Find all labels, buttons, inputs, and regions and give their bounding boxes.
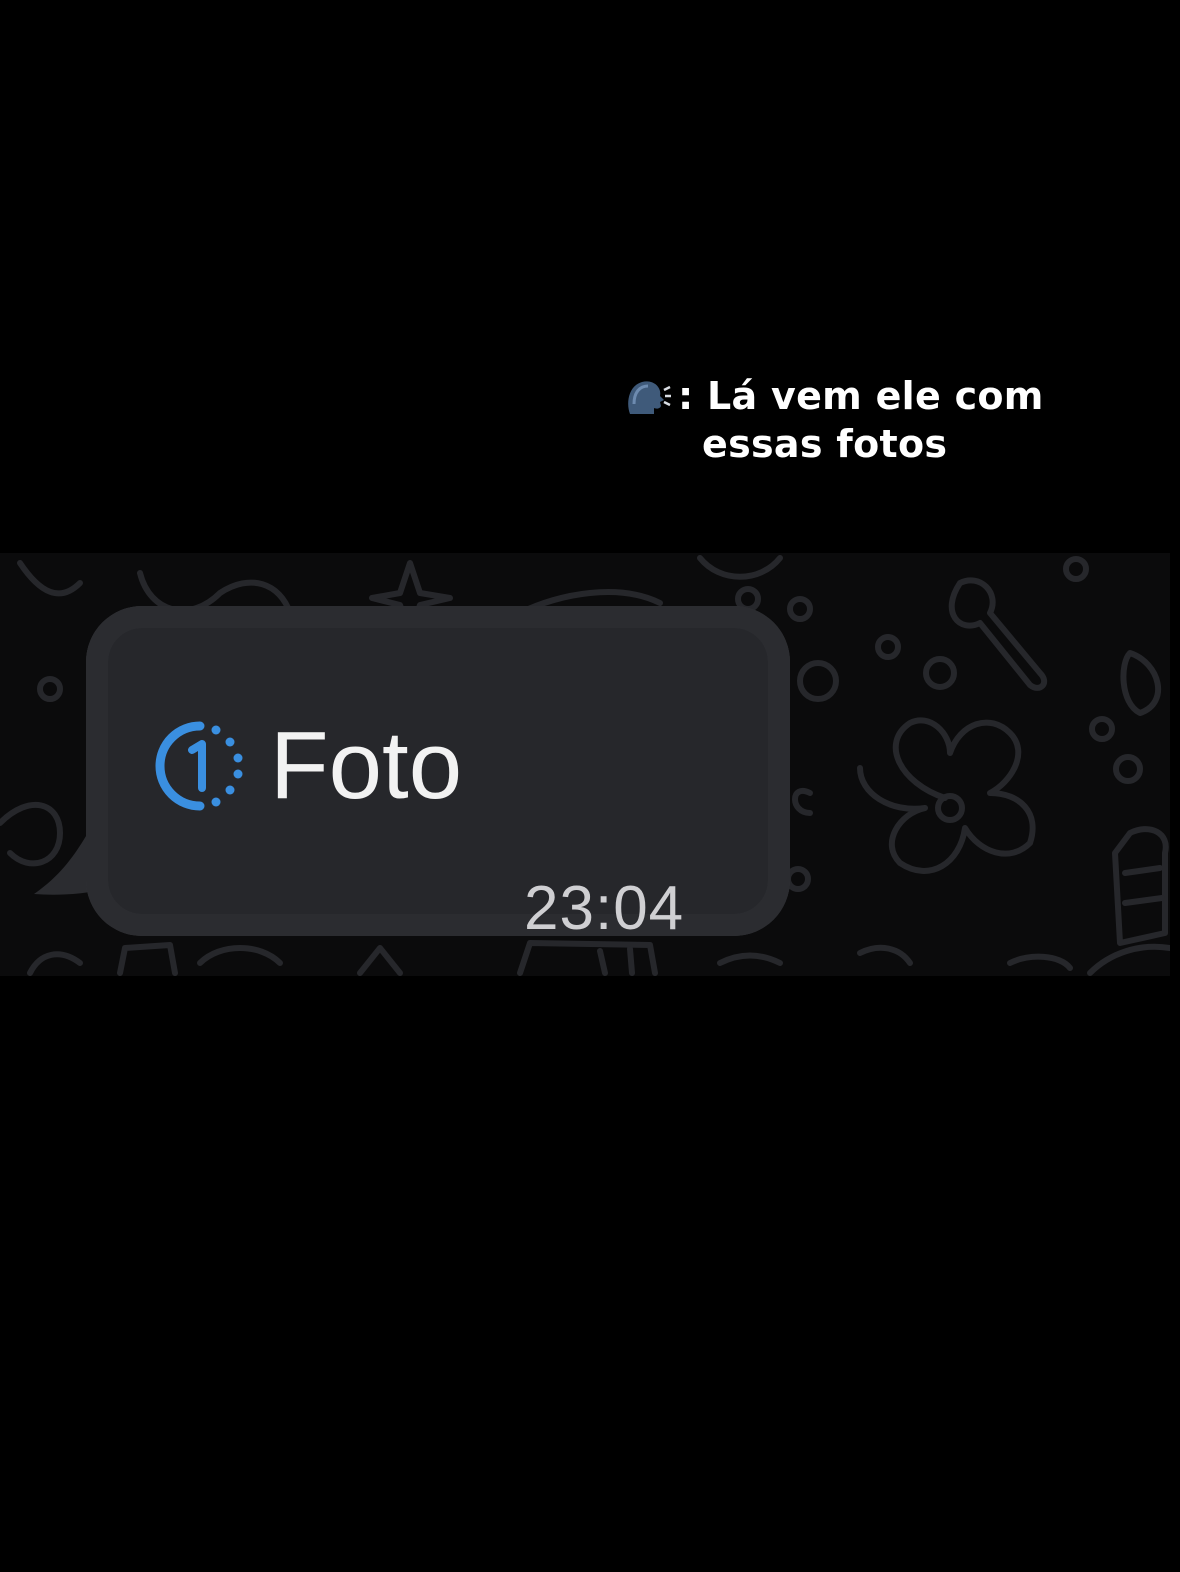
view-once-icon <box>155 721 243 811</box>
message-label: Foto <box>270 712 463 819</box>
message-content[interactable]: Foto <box>150 716 462 816</box>
caption-line-2: essas fotos <box>702 422 948 466</box>
message-timestamp: 23:04 <box>524 874 685 943</box>
caption-text-1: : Lá vem ele com <box>678 374 1044 418</box>
message-bubble[interactable]: Foto 23:04 <box>30 606 790 943</box>
speaking-head-icon <box>628 381 671 414</box>
caption: : Lá vem ele com essas fotos <box>624 372 1084 468</box>
chat-background: Foto 23:04 <box>0 553 1170 976</box>
caption-line-1: : Lá vem ele com <box>624 372 1084 420</box>
